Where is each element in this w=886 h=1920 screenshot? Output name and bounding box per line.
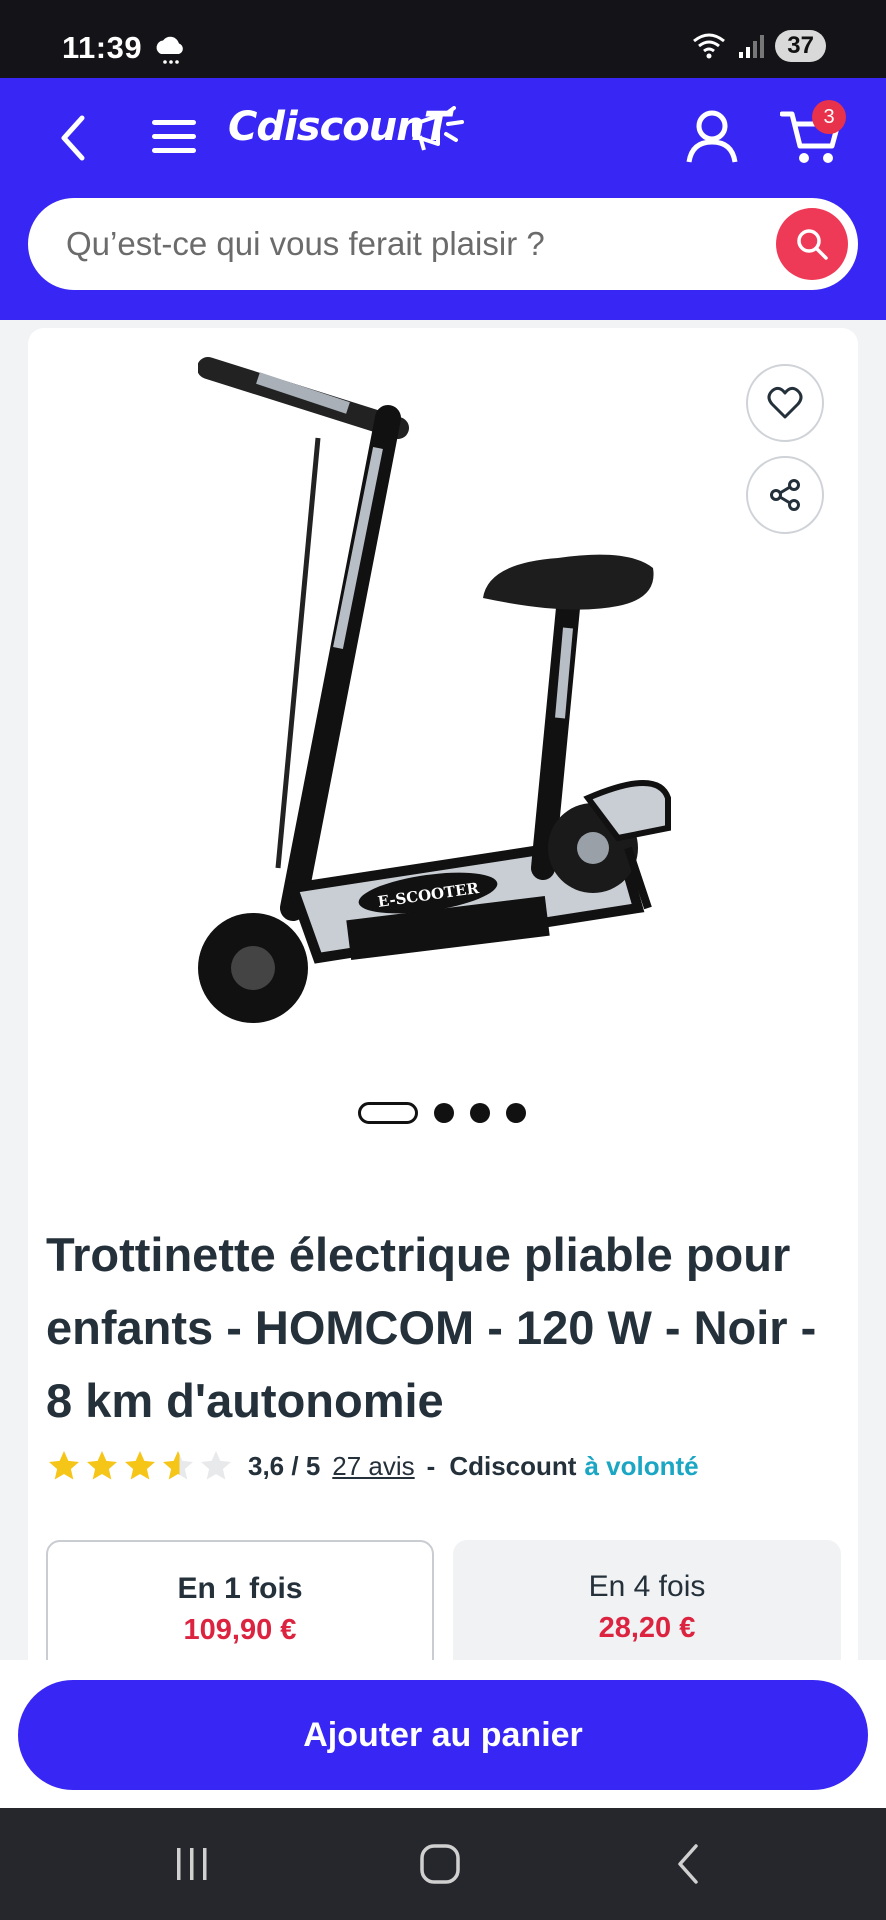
star-icon-empty bbox=[201, 1451, 231, 1480]
cart-count-badge: 3 bbox=[812, 100, 846, 134]
status-bar: 11:39 37 bbox=[0, 0, 886, 78]
back-arrow-icon[interactable] bbox=[52, 108, 92, 168]
payment-price: 109,90 € bbox=[183, 1614, 297, 1646]
pagination-dot[interactable] bbox=[470, 1103, 490, 1123]
image-pagination bbox=[358, 1102, 526, 1124]
reviews-link[interactable]: 27 avis bbox=[332, 1451, 414, 1482]
battery-indicator: 37 bbox=[775, 30, 826, 62]
star-icon-full bbox=[49, 1451, 79, 1480]
search-button[interactable] bbox=[776, 208, 848, 280]
menu-icon[interactable] bbox=[150, 114, 198, 160]
star-icon-full bbox=[87, 1451, 117, 1480]
payment-price: 28,20 € bbox=[598, 1612, 696, 1644]
status-right: 37 bbox=[691, 30, 826, 62]
star-rating[interactable] bbox=[46, 1448, 234, 1484]
favorite-button[interactable] bbox=[746, 364, 824, 442]
payment-label: En 1 fois bbox=[177, 1572, 303, 1605]
seller-name: Cdiscount bbox=[449, 1450, 577, 1481]
home-icon[interactable] bbox=[418, 1842, 462, 1886]
star-icon-full bbox=[125, 1451, 155, 1480]
payment-option-4x[interactable]: En 4 fois 28,20 € bbox=[453, 1540, 841, 1680]
add-to-cart-button[interactable]: Ajouter au panier bbox=[18, 1680, 868, 1790]
product-image[interactable]: E-SCOOTER bbox=[198, 348, 738, 1178]
signal-icon bbox=[739, 35, 765, 58]
wifi-icon bbox=[693, 33, 726, 59]
share-icon bbox=[770, 479, 800, 511]
system-nav-bar bbox=[0, 1808, 886, 1920]
megaphone-icon bbox=[412, 106, 464, 151]
rating-row: 3,6 / 5 27 avis - Cdiscount à volonté bbox=[46, 1448, 699, 1484]
heart-icon bbox=[767, 386, 803, 419]
bottom-action-bar: Ajouter au panier bbox=[0, 1660, 886, 1808]
pagination-dot[interactable] bbox=[434, 1103, 454, 1123]
rating-value: 3,6 / 5 bbox=[248, 1450, 321, 1481]
status-time: 11:39 bbox=[62, 30, 143, 65]
separator: - bbox=[426, 1450, 436, 1481]
payment-option-1x[interactable]: En 1 fois 109,90 € bbox=[46, 1540, 434, 1680]
pagination-dot[interactable] bbox=[506, 1103, 526, 1123]
search-bar bbox=[28, 198, 858, 290]
app-header: CdiscounT 3 bbox=[0, 78, 886, 320]
share-button[interactable] bbox=[746, 456, 824, 534]
product-title: Trottinette électrique pliable pour enfa… bbox=[46, 1228, 817, 1427]
search-input[interactable] bbox=[66, 198, 746, 290]
pagination-dot-active[interactable] bbox=[358, 1102, 418, 1124]
star-icon-half bbox=[163, 1451, 193, 1480]
recent-apps-icon[interactable] bbox=[172, 1844, 212, 1884]
product-card: E-SCOOTER Trottinette électrique pliable… bbox=[28, 328, 858, 1728]
volonte-badge[interactable]: à volonté bbox=[584, 1451, 698, 1482]
account-icon[interactable] bbox=[684, 108, 740, 164]
nav-back-icon[interactable] bbox=[672, 1842, 704, 1886]
cloud-rain-icon bbox=[156, 36, 183, 64]
search-icon bbox=[797, 229, 828, 260]
payment-label: En 4 fois bbox=[588, 1570, 706, 1603]
